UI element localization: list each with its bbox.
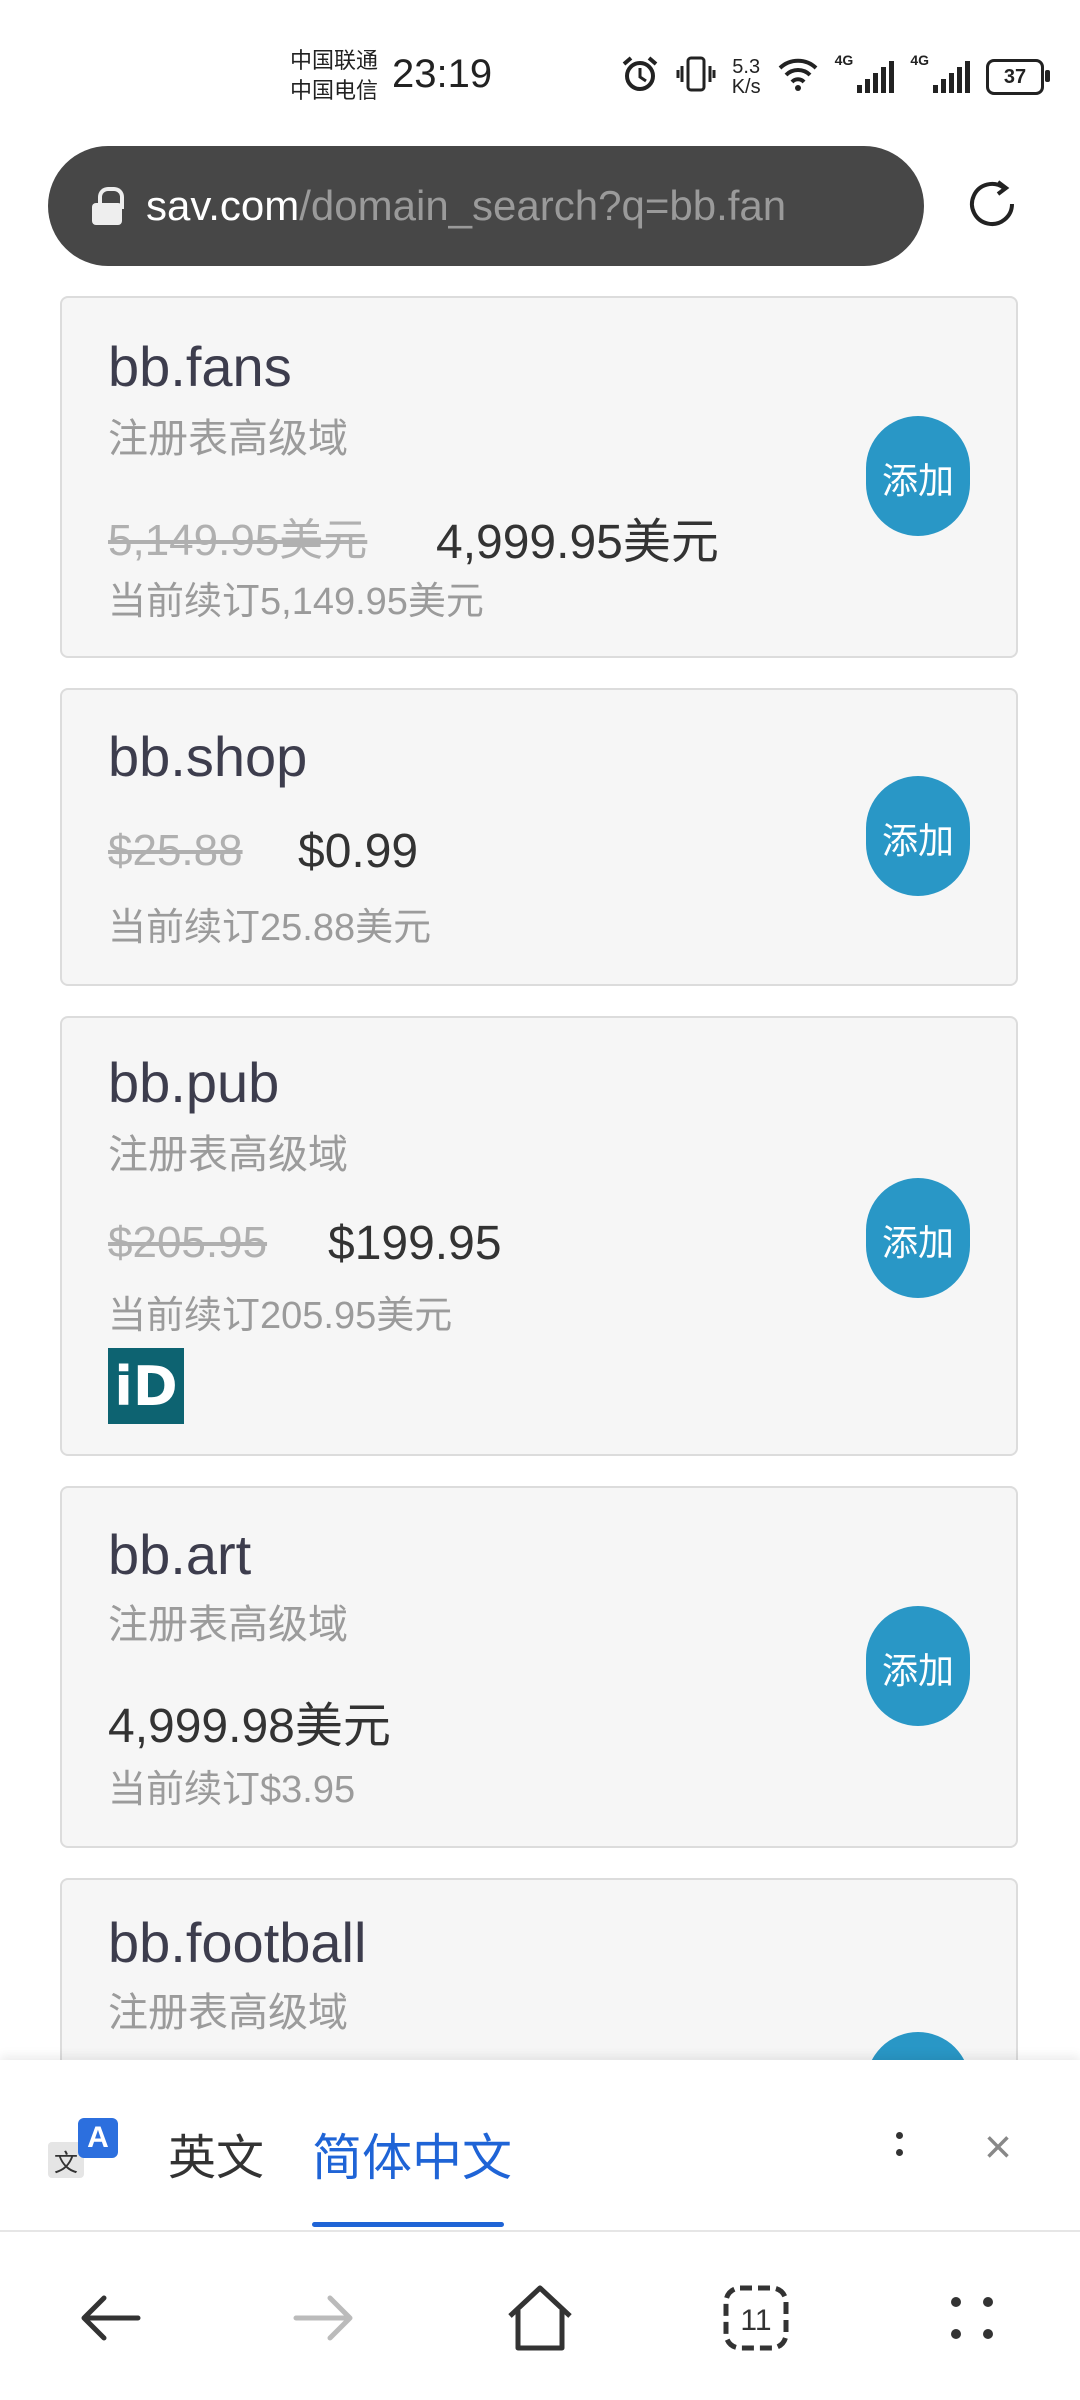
domain-card: bb.pub 注册表高级域 $205.95 $199.95 当前续订205.95…	[60, 1016, 1018, 1456]
clock: 23:19	[392, 52, 493, 96]
network-type-1: 4G	[834, 52, 854, 68]
forward-arrow-icon[interactable]	[284, 2278, 364, 2358]
signal-icon-2	[933, 61, 970, 93]
add-button[interactable]: 添加	[866, 1606, 970, 1726]
svg-text:11: 11	[740, 2304, 771, 2337]
more-options-icon[interactable]	[884, 2122, 914, 2172]
domain-name: bb.football	[108, 1911, 367, 1974]
add-button[interactable]: 添加	[866, 2032, 970, 2060]
original-price: 5,149.95美元	[108, 516, 368, 565]
domain-card: bb.football 注册表高级域 添加	[60, 1878, 1018, 2060]
renewal-price: 当前续订5,149.95美元	[108, 581, 484, 623]
url-text[interactable]: sav.com/domain_search?q=bb.fan	[146, 182, 886, 230]
search-results: bb.fans 注册表高级域 5,149.95美元 4,999.95美元 当前续…	[0, 290, 1080, 2060]
add-button[interactable]: 添加	[866, 776, 970, 896]
domain-subtitle: 注册表高级域	[108, 1603, 348, 1647]
signal-icon-1	[857, 61, 895, 93]
domain-name: bb.fans	[108, 335, 292, 398]
renewal-price: 当前续订205.95美元	[108, 1295, 453, 1337]
menu-icon[interactable]	[932, 2278, 1012, 2358]
sale-price: $0.99	[298, 825, 419, 878]
renewal-price: 当前续订25.88美元	[108, 907, 432, 949]
wifi-icon	[777, 56, 819, 98]
alarm-icon	[620, 54, 660, 100]
domain-card: bb.shop $25.88 $0.99 当前续订25.88美元 添加	[60, 688, 1018, 986]
original-price: $205.95	[108, 1218, 268, 1267]
domain-subtitle: 注册表高级域	[108, 1133, 348, 1177]
translate-source-language[interactable]: 英文	[168, 2118, 264, 2188]
active-language-indicator	[312, 2222, 504, 2227]
network-speed: 5.3 K/s	[731, 56, 761, 98]
address-bar[interactable]: sav.com/domain_search?q=bb.fan	[48, 146, 924, 266]
add-button[interactable]: 添加	[866, 1178, 970, 1298]
sale-price: 4,999.98美元	[108, 1700, 391, 1753]
registry-logo: iD	[108, 1348, 184, 1424]
lock-icon	[92, 187, 124, 225]
sale-price: 4,999.95美元	[436, 516, 719, 569]
domain-card: bb.art 注册表高级域 4,999.98美元 当前续订$3.95 添加	[60, 1486, 1018, 1848]
network-type-2: 4G	[910, 52, 929, 68]
translate-icon[interactable]: 文 A	[48, 2118, 118, 2178]
domain-name: bb.art	[108, 1523, 252, 1586]
translate-target-language[interactable]: 简体中文	[312, 2118, 512, 2190]
back-arrow-icon[interactable]	[70, 2278, 150, 2358]
status-icons: 5.3 K/s 4G 4G 37	[620, 52, 1050, 102]
carrier-2: 中国电信	[290, 78, 379, 103]
renewal-price: 当前续订$3.95	[108, 1769, 356, 1811]
close-icon[interactable]: ×	[984, 2120, 1012, 2175]
domain-card: bb.fans 注册表高级域 5,149.95美元 4,999.95美元 当前续…	[60, 296, 1018, 658]
carrier-1: 中国联通	[290, 48, 379, 73]
translate-bar	[0, 2060, 1080, 2232]
battery-icon: 37	[986, 59, 1050, 95]
original-price: $25.88	[108, 826, 243, 875]
domain-subtitle: 注册表高级域	[108, 1991, 348, 2035]
carrier-labels: 中国联通 中国电信	[290, 46, 378, 106]
vibrate-icon	[676, 54, 716, 100]
domain-name: bb.shop	[108, 725, 308, 788]
add-button[interactable]: 添加	[866, 416, 970, 536]
home-icon[interactable]	[500, 2278, 580, 2358]
domain-subtitle: 注册表高级域	[108, 417, 348, 461]
domain-name: bb.pub	[108, 1051, 280, 1114]
tabs-icon[interactable]: 11	[716, 2278, 796, 2358]
reload-icon[interactable]	[962, 174, 1022, 234]
status-bar: 中国联通 中国电信 23:19 5.3 K/s 4G 4G 37	[0, 0, 1080, 145]
sale-price: $199.95	[328, 1217, 502, 1270]
